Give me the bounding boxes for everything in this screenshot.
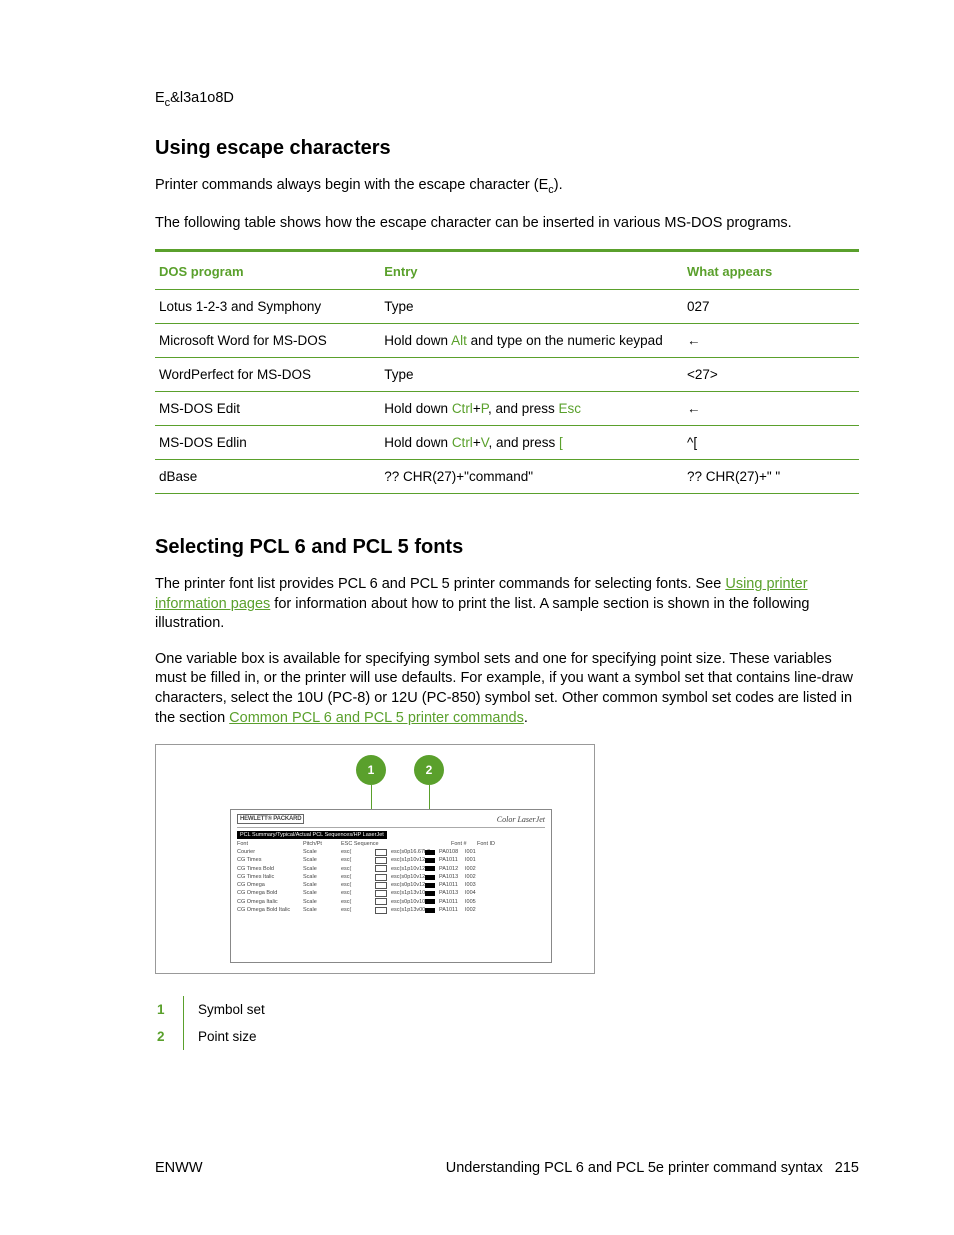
table-row: Lotus 1-2-3 and Symphony Type 027 <box>155 290 859 324</box>
mini-row: CG Omega Bold ItalicScaleesc(esc(s1p13v0… <box>237 906 545 914</box>
callout-balloon-1: 1 <box>356 755 386 785</box>
mini-row: CG Times BoldScaleesc(esc(s1p10v12PA1012… <box>237 865 545 873</box>
table-row: Microsoft Word for MS-DOS Hold down Alt … <box>155 324 859 358</box>
footer-right: Understanding PCL 6 and PCL 5e printer c… <box>446 1160 859 1176</box>
para-font-list: The printer font list provides PCL 6 and… <box>155 575 859 634</box>
para-escape-table-intro: The following table shows how the escape… <box>155 214 859 234</box>
heading-using-escape-characters: Using escape characters <box>155 137 859 160</box>
th-entry: Entry <box>380 251 683 290</box>
table-row: MS-DOS Edlin Hold down Ctrl+V, and press… <box>155 426 859 460</box>
escape-char-table: DOS program Entry What appears Lotus 1-2… <box>155 249 859 494</box>
mini-row: CG OmegaScaleesc(esc(s0p10v12PA1011I003 <box>237 881 545 889</box>
th-what-appears: What appears <box>683 251 859 290</box>
color-laserjet-label: Color LaserJet <box>497 815 545 824</box>
mini-row: CG Times ItalicScaleesc(esc(s0p10v12PA10… <box>237 873 545 881</box>
mini-row: CourierScaleesc(esc(s0p16.67h0PA0108I001 <box>237 848 545 856</box>
callout-row: 1 Symbol set <box>155 996 279 1023</box>
font-list-figure: 1 2 HEWLETT® PACKARD Color LaserJet PCL … <box>155 744 595 974</box>
escape-sequence-example: Ec&l3a1o8D <box>155 90 859 109</box>
table-row: dBase ?? CHR(27)+"command" ?? CHR(27)+" … <box>155 460 859 494</box>
table-row: MS-DOS Edit Hold down Ctrl+P, and press … <box>155 392 859 426</box>
heading-selecting-pcl-fonts: Selecting PCL 6 and PCL 5 fonts <box>155 536 859 559</box>
mini-row: CG Omega ItalicScaleesc(esc(s0p10v10PA10… <box>237 898 545 906</box>
mini-row: CG TimesScaleesc(esc(s1p10v12PA1011I001 <box>237 856 545 864</box>
link-common-pcl-commands[interactable]: Common PCL 6 and PCL 5 printer commands <box>229 710 524 726</box>
page-footer: ENWW Understanding PCL 6 and PCL 5e prin… <box>155 1160 859 1176</box>
th-dos-program: DOS program <box>155 251 380 290</box>
mini-font-sheet: HEWLETT® PACKARD Color LaserJet PCL Summ… <box>230 809 552 963</box>
table-row: WordPerfect for MS-DOS Type <27> <box>155 358 859 392</box>
callout-balloon-2: 2 <box>414 755 444 785</box>
footer-left: ENWW <box>155 1160 203 1176</box>
hp-logo: HEWLETT® PACKARD <box>237 814 304 824</box>
mini-sheet-title: PCL Summary/Typical/Actual PCL Sequences… <box>237 831 387 839</box>
callout-legend: 1 Symbol set 2 Point size <box>155 996 279 1050</box>
para-variable-box: One variable box is available for specif… <box>155 650 859 728</box>
para-escape-begin: Printer commands always begin with the e… <box>155 176 859 198</box>
mini-row: CG Omega BoldScaleesc(esc(s1p13v10PA1013… <box>237 889 545 897</box>
callout-row: 2 Point size <box>155 1023 279 1050</box>
